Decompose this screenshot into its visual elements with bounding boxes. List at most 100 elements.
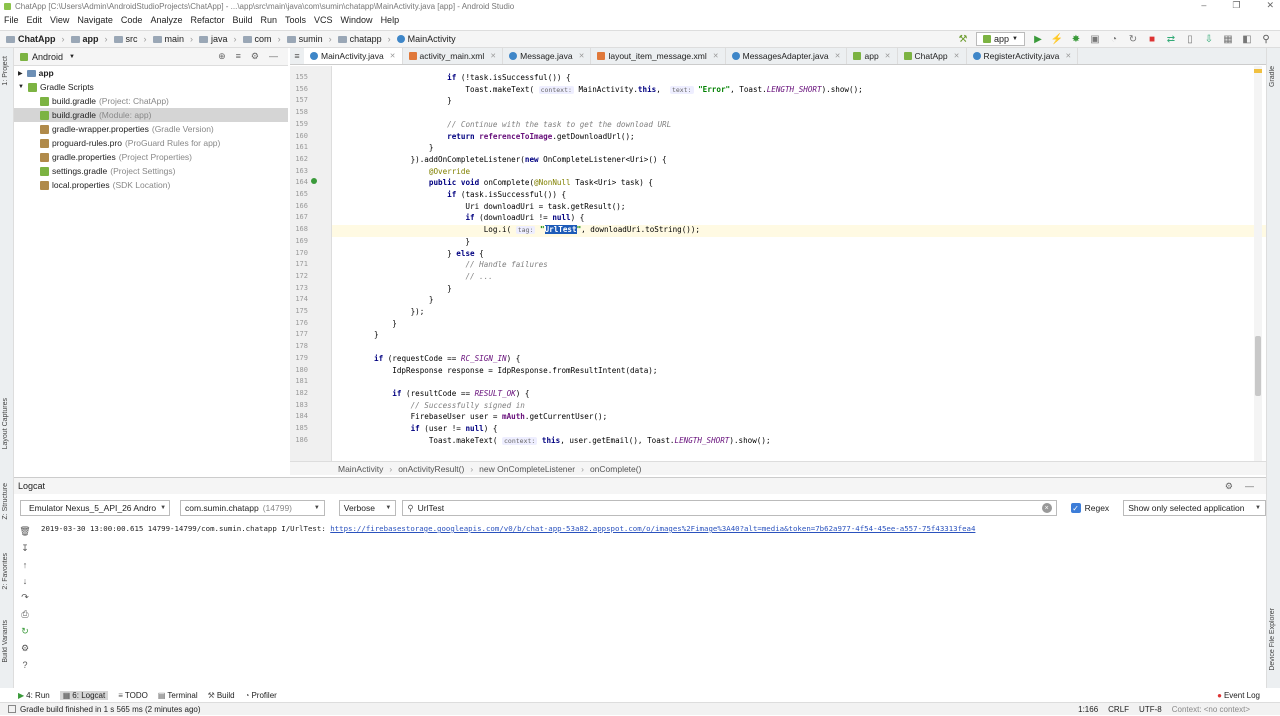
editor-breadcrumb-item[interactable]: MainActivity	[338, 464, 383, 474]
chevron-down-icon[interactable]: ▼	[69, 54, 75, 60]
device-file-explorer-label[interactable]: Device File Explorer	[1269, 608, 1276, 671]
code-line[interactable]: }	[374, 319, 397, 328]
tree-item-file[interactable]: gradle-wrapper.properties (Gradle Version…	[14, 122, 288, 136]
gradle-tool-label[interactable]: Gradle	[1269, 66, 1276, 87]
breadcrumb-item[interactable]: MainActivity	[396, 34, 456, 44]
menu-item-file[interactable]: File	[4, 15, 19, 25]
editor-breadcrumb-item[interactable]: new OnCompleteListener	[479, 464, 575, 474]
clear-search-icon[interactable]: ×	[1041, 503, 1052, 513]
tree-item-app[interactable]: ▶ app	[14, 66, 288, 80]
terminal-tool-button[interactable]: ▤ Terminal	[158, 691, 198, 700]
tab-activity-main-xml[interactable]: activity_main.xml ✕	[403, 48, 504, 64]
scrollbar-thumb[interactable]	[1255, 336, 1261, 396]
build-tool-button[interactable]: ⚒ Build	[208, 691, 235, 700]
code-line[interactable]: });	[374, 307, 425, 316]
code-line[interactable]: @Override	[374, 167, 470, 176]
tree-item-gradle-scripts[interactable]: ▼ Gradle Scripts	[14, 80, 288, 94]
code-line[interactable]: }	[374, 237, 470, 246]
close-tab-icon[interactable]: ✕	[1065, 52, 1071, 60]
scroll-to-end-icon[interactable]: ↧	[21, 543, 29, 554]
code-line[interactable]: // ...	[374, 272, 492, 281]
menu-item-view[interactable]: View	[50, 15, 69, 25]
override-marker-icon[interactable]	[311, 178, 317, 185]
tree-item-file[interactable]: build.gradle (Module: app)	[14, 108, 288, 122]
code-line[interactable]: if (downloadUri != null) {	[374, 213, 584, 222]
stop-icon[interactable]: ■	[1146, 33, 1158, 45]
editor-breadcrumb-item[interactable]: onComplete()	[590, 464, 642, 474]
log-entry-link[interactable]: https://firebasestorage.googleapis.com/v…	[330, 524, 975, 533]
menu-item-analyze[interactable]: Analyze	[150, 15, 182, 25]
line-separator[interactable]: CRLF	[1108, 705, 1129, 714]
close-tab-icon[interactable]: ✕	[885, 52, 891, 60]
process-select[interactable]: com.sumin.chatapp (14799) ▼	[180, 500, 325, 516]
breadcrumb-item[interactable]: src	[113, 34, 138, 44]
arrow-down-icon[interactable]: ↓	[23, 576, 28, 586]
menu-item-edit[interactable]: Edit	[27, 15, 43, 25]
tab-mainactivity-java[interactable]: MainActivity.java ✕	[304, 48, 403, 64]
tab-message-java[interactable]: Message.java ✕	[503, 48, 592, 64]
menu-item-code[interactable]: Code	[121, 15, 143, 25]
breadcrumb-item[interactable]: ChatApp	[6, 34, 56, 44]
editor-scrollbar[interactable]	[1254, 66, 1262, 461]
menu-item-navigate[interactable]: Navigate	[77, 15, 113, 25]
code-line[interactable]: IdpResponse response = IdpResponse.fromR…	[374, 366, 657, 375]
code-line[interactable]: // Continue with the task to get the dow…	[374, 120, 671, 129]
breadcrumb-item[interactable]: main	[152, 34, 184, 44]
tab-registeractivity-java[interactable]: RegisterActivity.java ✕	[967, 48, 1079, 64]
soft-wrap-icon[interactable]: ↷	[21, 592, 29, 603]
logcat-search-input[interactable]: ⚲ UrlTest ×	[402, 500, 1057, 516]
event-log-button[interactable]: ● Event Log	[1217, 691, 1266, 700]
breadcrumb-item[interactable]: com	[242, 34, 272, 44]
device-select[interactable]: Emulator Nexus_5_API_26 Andro ▼	[20, 500, 170, 516]
caret-position[interactable]: 1:166	[1078, 705, 1098, 714]
code-line[interactable]: return referenceToImage.getDownloadUrl()…	[374, 132, 634, 141]
code-line[interactable]: }	[374, 143, 434, 152]
code-line[interactable]: // Successfully signed in	[374, 401, 525, 410]
profile-icon[interactable]: ◔	[1108, 33, 1120, 45]
print-icon[interactable]: ⎙	[21, 609, 28, 620]
code-line[interactable]: if (task.isSuccessful()) {	[374, 190, 566, 199]
close-tab-icon[interactable]: ✕	[954, 52, 960, 60]
todo-tool-button[interactable]: ≡ TODO	[118, 691, 148, 700]
logcat-tool-button[interactable]: ▦ 6: Logcat	[59, 690, 109, 700]
log-level-select[interactable]: Verbose ▼	[338, 500, 397, 516]
file-encoding[interactable]: UTF-8	[1139, 705, 1162, 714]
close-tab-icon[interactable]: ✕	[713, 52, 719, 60]
close-tab-icon[interactable]: ✕	[490, 52, 496, 60]
gear-icon[interactable]: ⚙	[251, 51, 259, 62]
hide-icon[interactable]: —	[269, 51, 278, 62]
editor-breadcrumb-item[interactable]: onActivityResult()	[398, 464, 464, 474]
close-tab-icon[interactable]: ✕	[579, 52, 585, 60]
hammer-icon[interactable]: ⚒	[957, 33, 969, 45]
locate-icon[interactable]: ⊕	[218, 51, 226, 62]
code-line[interactable]: if (requestCode == RC_SIGN_IN) {	[374, 354, 520, 363]
code-line[interactable]: }).addOnCompleteListener(new OnCompleteL…	[374, 155, 667, 164]
maximize-icon[interactable]: ❐	[1232, 0, 1240, 11]
hide-icon[interactable]: —	[1245, 481, 1254, 492]
breadcrumb-item[interactable]: java	[199, 34, 228, 44]
tab-app[interactable]: app ✕	[847, 48, 898, 64]
project-structure-icon[interactable]: ▦	[1222, 33, 1234, 45]
code-line[interactable]: if (!task.isSuccessful()) {	[374, 73, 570, 82]
help-icon[interactable]: ?	[22, 660, 27, 670]
menu-item-run[interactable]: Run	[261, 15, 278, 25]
coverage-icon[interactable]: ▣	[1089, 33, 1101, 45]
code-line[interactable]: // Handle failures	[374, 260, 547, 269]
code-line[interactable]: }	[374, 284, 452, 293]
code-line[interactable]: if (user != null) {	[374, 424, 498, 433]
menu-item-build[interactable]: Build	[232, 15, 252, 25]
apply-changes-icon[interactable]: ⚡	[1051, 33, 1063, 45]
menu-item-tools[interactable]: Tools	[285, 15, 306, 25]
menu-item-refactor[interactable]: Refactor	[190, 15, 224, 25]
code-line[interactable]: FirebaseUser user = mAuth.getCurrentUser…	[374, 412, 608, 421]
code-line[interactable]: if (resultCode == RESULT_OK) {	[374, 389, 529, 398]
breadcrumb-item[interactable]: sumin	[286, 34, 323, 44]
run-icon[interactable]: ▶	[1032, 33, 1044, 45]
tab-messagesadapter-java[interactable]: MessagesAdapter.java ✕	[726, 48, 848, 64]
filter-select[interactable]: Show only selected application ▼	[1123, 500, 1266, 516]
arrow-up-icon[interactable]: ↑	[23, 560, 28, 570]
tree-item-file[interactable]: proguard-rules.pro (ProGuard Rules for ap…	[14, 136, 288, 150]
recent-tabs-icon[interactable]: ≡	[290, 48, 304, 64]
close-icon[interactable]: ✕	[1266, 0, 1274, 11]
run-configuration-select[interactable]: app ▼	[976, 32, 1025, 46]
